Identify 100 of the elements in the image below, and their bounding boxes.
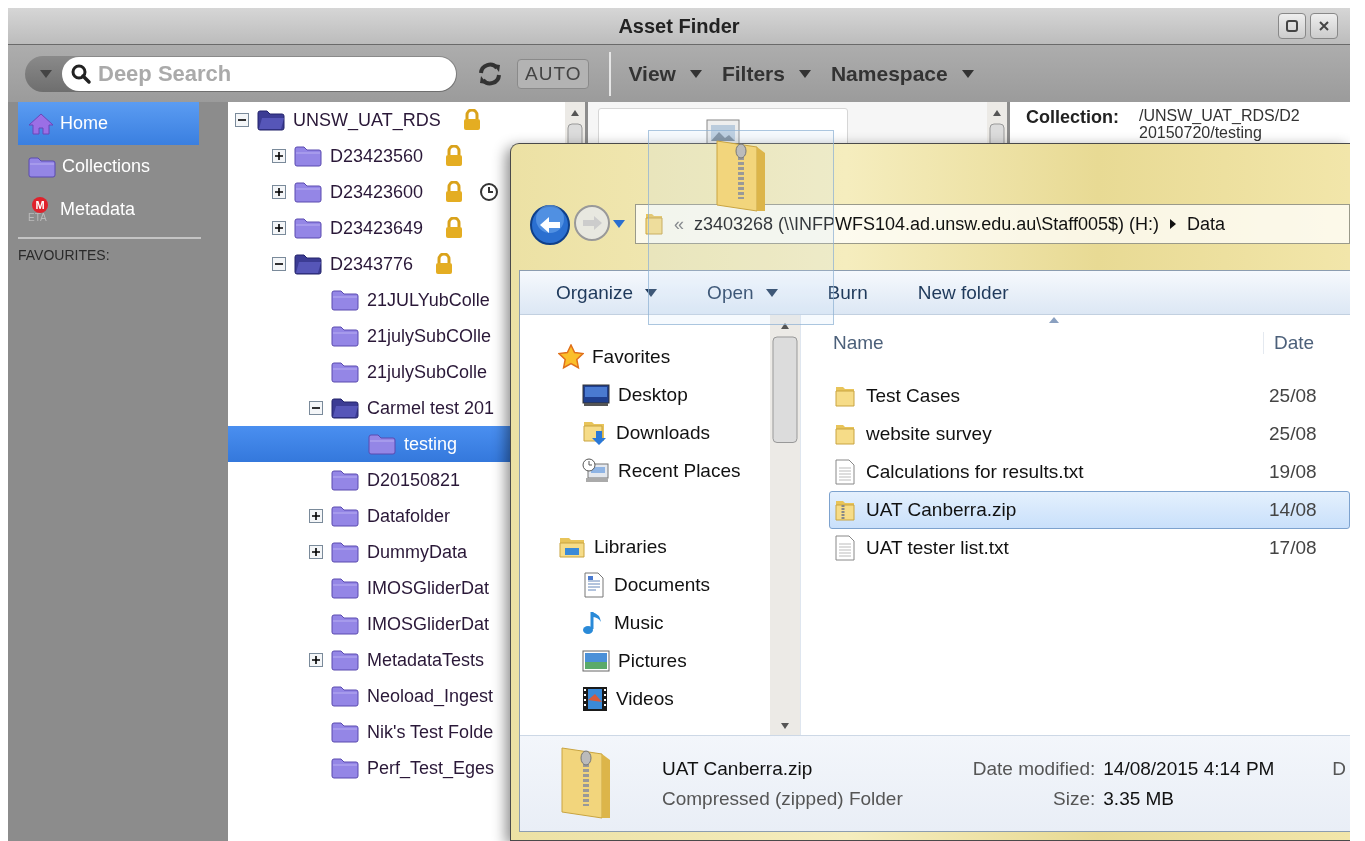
expand-toggle-icon[interactable] xyxy=(309,653,323,667)
expand-toggle-icon[interactable] xyxy=(272,149,286,163)
field-value: 14/08/2015 4:14 PM xyxy=(1103,757,1275,780)
file-row[interactable]: website survey 25/08 xyxy=(829,415,1350,453)
menu-button[interactable]: Filters xyxy=(721,59,811,88)
caret-icon[interactable] xyxy=(40,69,52,78)
expand-toggle-icon[interactable] xyxy=(309,545,323,559)
sidebar-label: Home xyxy=(60,113,108,134)
folder-icon xyxy=(331,757,359,779)
expand-toggle-icon[interactable] xyxy=(309,509,323,523)
tree-label: D23423560 xyxy=(330,145,424,167)
monitor-icon xyxy=(582,383,610,407)
chevron-icon[interactable] xyxy=(1168,218,1177,230)
file-name: website survey xyxy=(866,423,992,445)
nav-label: Desktop xyxy=(618,384,688,406)
tree-item[interactable]: D23423649 xyxy=(228,210,565,246)
scrollbar[interactable] xyxy=(770,315,800,737)
tree-label: Datafolder xyxy=(367,505,451,527)
file-date: 14/08 xyxy=(1268,499,1318,521)
toolbar-button[interactable]: Open xyxy=(707,277,778,308)
menu-button[interactable]: View xyxy=(628,59,702,88)
expand-toggle-icon[interactable] xyxy=(272,185,286,199)
file-name: UAT Canberra.zip xyxy=(866,499,1017,521)
tree-item[interactable]: UNSW_UAT_RDS xyxy=(228,102,565,138)
folder-icon xyxy=(331,649,359,671)
folder-icon xyxy=(644,212,664,236)
text-file-icon xyxy=(834,459,856,485)
caret-icon[interactable] xyxy=(613,220,625,228)
tree-label: Perf_Test_Eges xyxy=(367,757,495,779)
expand-toggle-icon[interactable] xyxy=(272,221,286,235)
search-input[interactable]: Deep Search xyxy=(96,59,440,88)
path-text: 20150720/testing xyxy=(1139,124,1263,141)
tree-label: Nik's Test Folde xyxy=(367,721,494,743)
column-header[interactable]: Date xyxy=(1263,332,1350,354)
refresh-icon[interactable] xyxy=(477,61,503,86)
back-button[interactable] xyxy=(529,204,571,246)
folder-icon xyxy=(331,613,359,635)
folder-icon xyxy=(294,181,322,203)
open-folder-icon xyxy=(294,253,322,275)
file-name: UAT tester list.txt xyxy=(866,537,1009,559)
folder-icon xyxy=(834,422,856,446)
caret-icon[interactable] xyxy=(798,69,811,78)
field-value: 3.35 MB xyxy=(1103,787,1176,810)
collapse-toggle-icon[interactable] xyxy=(272,257,286,271)
restore-button[interactable] xyxy=(1278,13,1306,39)
tree-item[interactable]: Perf_Test_Eges xyxy=(228,750,565,786)
search-icon xyxy=(70,62,92,85)
tree-label: UNSW_UAT_RDS xyxy=(293,109,441,131)
recent-places-icon xyxy=(582,458,610,484)
toolbar-button[interactable]: Burn xyxy=(827,277,868,308)
close-icon[interactable] xyxy=(1317,19,1331,33)
collapse-toggle-icon[interactable] xyxy=(235,113,249,127)
field-label: Size: xyxy=(1052,787,1096,810)
close-button[interactable] xyxy=(1310,13,1338,39)
address-path: z3403268 (\\INFPWFS104.ad.unsw.edu.au\Staff005$) (H:) xyxy=(694,213,1159,235)
sidebar-label: Collections xyxy=(62,156,151,177)
folder-icon xyxy=(368,433,396,455)
tree-label: D23423649 xyxy=(330,217,424,239)
file-name: Calculations for results.txt xyxy=(866,461,1084,483)
tree-label: testing xyxy=(404,433,458,455)
folder-icon xyxy=(331,721,359,743)
tree-label: D23423600 xyxy=(330,181,424,203)
address-path: Data xyxy=(1186,213,1225,235)
file-date: 17/08 xyxy=(1268,537,1318,559)
section-label: FAVOURITES: xyxy=(18,247,111,263)
folder-icon xyxy=(294,217,322,239)
film-strip-icon xyxy=(582,686,608,712)
column-header[interactable]: Name xyxy=(801,332,1263,354)
folder-icon xyxy=(331,325,359,347)
collapse-toggle-icon[interactable] xyxy=(309,401,323,415)
open-folder-icon xyxy=(331,397,359,419)
tree-label: MetadataTests xyxy=(367,649,485,671)
tree-label: 21JULYubColle xyxy=(367,289,490,311)
tree-item[interactable]: D23423560 xyxy=(228,138,565,174)
house-icon xyxy=(28,111,54,136)
menu-button[interactable]: Namespace xyxy=(830,59,974,88)
caret-icon[interactable] xyxy=(961,69,974,78)
file-row[interactable]: Calculations for results.txt 19/08 xyxy=(829,453,1350,491)
tree-item[interactable]: D23423600 xyxy=(228,174,565,210)
file-date: 19/08 xyxy=(1268,461,1318,483)
file-name: UAT Canberra.zip xyxy=(662,757,814,780)
folder-icon xyxy=(331,289,359,311)
sort-arrow-icon xyxy=(1049,317,1059,323)
field-label: Date modified: xyxy=(972,757,1096,780)
open-folder-icon xyxy=(257,109,285,131)
address-bar[interactable]: « z3403268 (\\INFPWFS104.ad.unsw.edu.au\Staff005$) (H:) Data xyxy=(635,204,1350,244)
folder-icon xyxy=(331,469,359,491)
field-label: D xyxy=(1332,758,1346,780)
file-row[interactable]: UAT tester list.txt 17/08 xyxy=(829,529,1350,567)
auto-button[interactable]: AUTO xyxy=(517,58,590,89)
file-row[interactable]: UAT Canberra.zip 14/08 xyxy=(829,491,1350,529)
toolbar-button[interactable]: New folder xyxy=(917,277,1009,308)
picture-icon xyxy=(582,649,610,673)
file-row[interactable]: Test Cases 25/08 xyxy=(829,377,1350,415)
star-icon xyxy=(558,344,584,370)
tree-label: 21julySubCOlle xyxy=(367,325,492,347)
nav-label: Favorites xyxy=(592,346,671,368)
search-field[interactable]: Deep Search xyxy=(62,56,456,91)
restore-icon[interactable] xyxy=(1285,19,1299,33)
caret-icon[interactable] xyxy=(689,69,702,78)
